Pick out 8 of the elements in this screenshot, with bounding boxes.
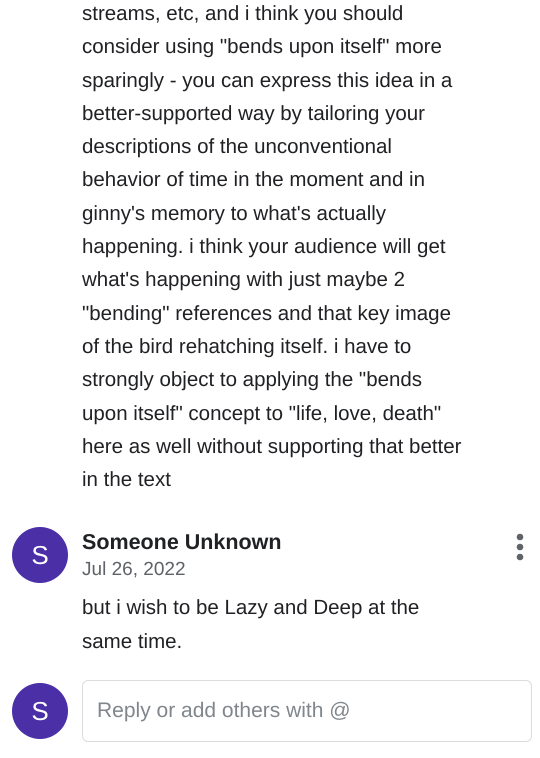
comment-text: but i wish to be Lazy and Deep at the same time. (82, 595, 420, 655)
comment-date: Jul 26, 2022 (82, 558, 187, 582)
avatar: S (12, 527, 68, 584)
avatar: S (12, 683, 68, 740)
comment-text: streams, etc, and i think you should consider using "bends upon itself" more sparingly - you can express this idea in a better-supported way by tailoring your descriptions of the unconventional behavior of time in the moment and in ginny's memory to what's actually happening. i think your audience will get what's happening with just maybe 2 "bending" references and that key image of the bird rehatching itself. i have to strongly object to applying the "bends upon itself" concept to "life, love, death" here as well without supporting that better in the text (82, 1, 462, 494)
reply-field[interactable]: Reply or add others with @ (82, 680, 532, 742)
author-name: Someone Unknown (82, 529, 282, 556)
more-icon[interactable] (516, 533, 524, 562)
